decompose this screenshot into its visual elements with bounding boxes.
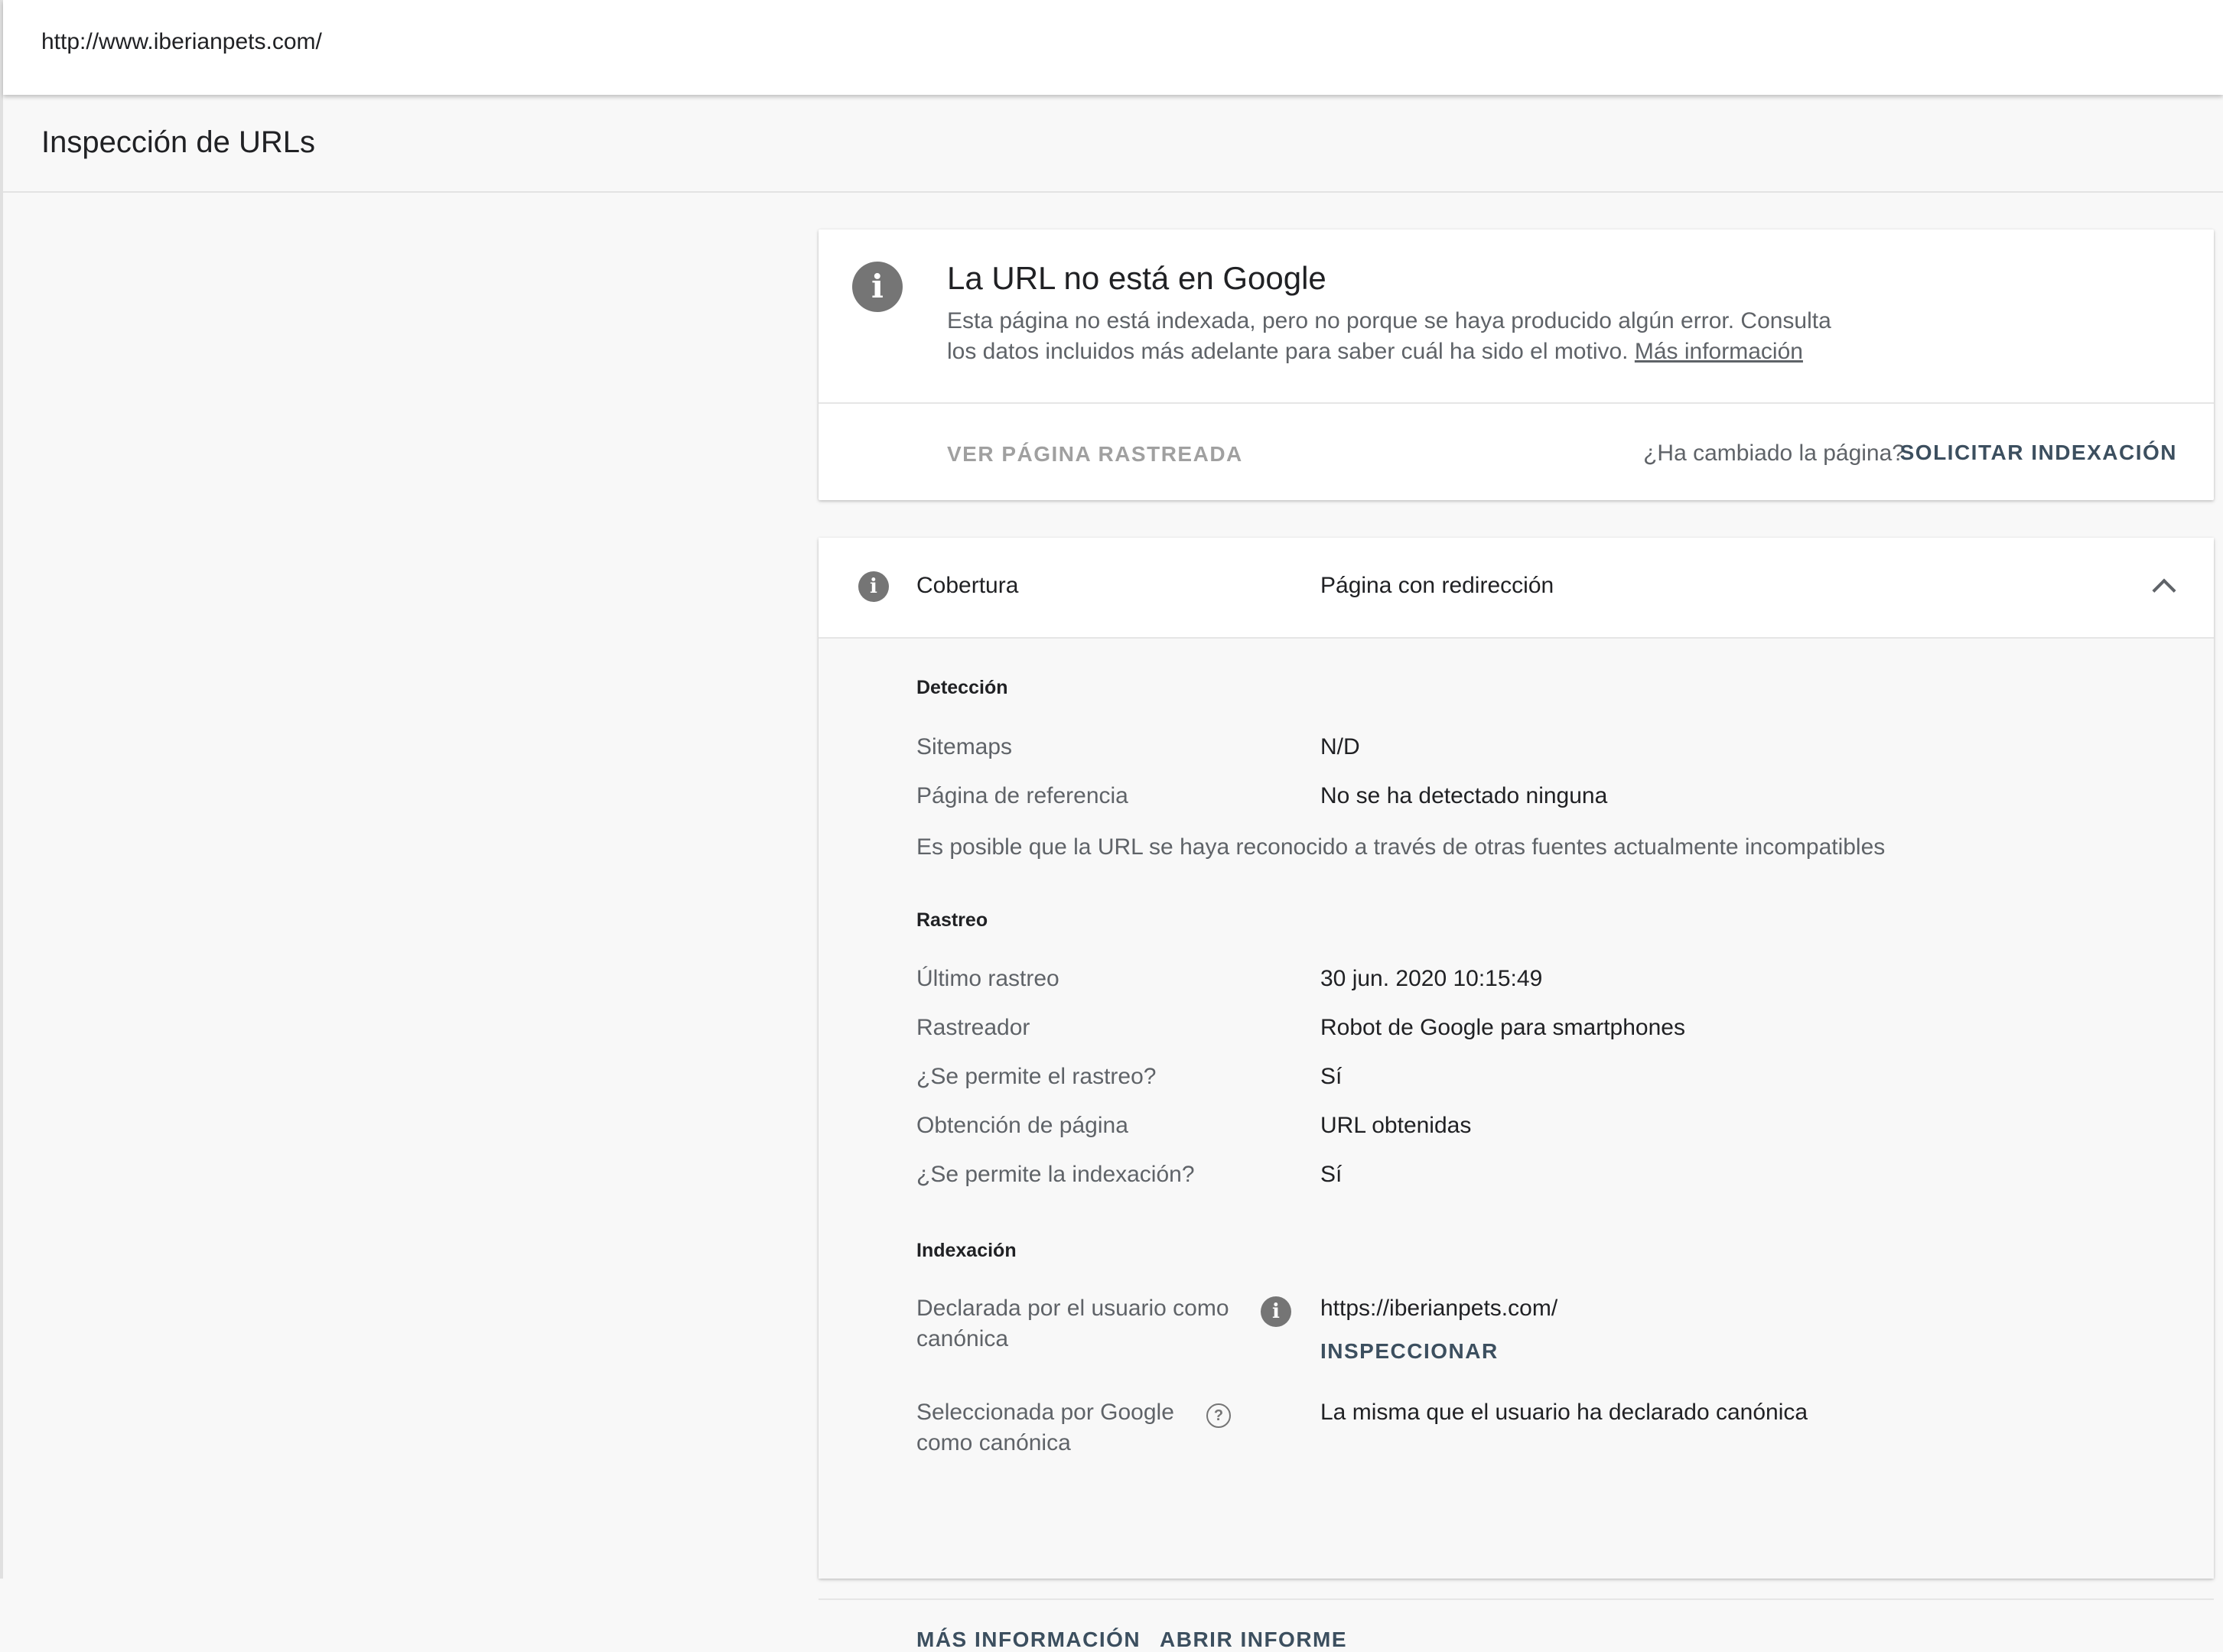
sitemaps-label: Sitemaps xyxy=(916,734,1013,759)
info-icon: i xyxy=(858,571,889,602)
indexing-allowed-value: Sí xyxy=(1320,1162,1343,1187)
info-icon: i xyxy=(852,262,903,312)
crawler-label: Rastreador xyxy=(916,1015,1030,1040)
coverage-card: i Cobertura Página con redirección Detec… xyxy=(819,538,2214,1651)
more-info-link[interactable]: Más información xyxy=(1635,339,1803,364)
crawl-allowed-value: Sí xyxy=(1320,1064,1343,1089)
page-fetch-value: URL obtenidas xyxy=(1320,1113,1472,1138)
title-bar: Inspección de URLs xyxy=(3,95,2223,193)
chevron-up-icon[interactable] xyxy=(2152,578,2176,603)
crawl-heading: Rastreo xyxy=(916,909,988,931)
user-canonical-label-line-1: Declarada por el usuario como xyxy=(916,1296,1229,1321)
user-canonical-value: https://iberianpets.com/ xyxy=(1320,1296,1558,1321)
help-icon[interactable]: ? xyxy=(1206,1403,1231,1428)
coverage-details: Detección Sitemaps N/D Página de referen… xyxy=(819,639,2214,1651)
status-title: La URL no está en Google xyxy=(947,260,1326,296)
indexing-allowed-label: ¿Se permite la indexación? xyxy=(916,1162,1195,1187)
google-canonical-label-line-1: Seleccionada por Google xyxy=(916,1400,1174,1425)
user-canonical-label-line-2: canónica xyxy=(916,1326,1009,1351)
referring-page-label: Página de referencia xyxy=(916,783,1128,808)
indexing-heading: Indexación xyxy=(916,1240,1017,1261)
referring-page-value: No se ha detectado ninguna xyxy=(1320,783,1608,808)
url-bar[interactable]: http://www.iberianpets.com/ xyxy=(3,0,2223,95)
view-crawled-page-button[interactable]: VER PÁGINA RASTREADA xyxy=(947,442,1243,467)
sitemaps-value: N/D xyxy=(1320,734,1360,759)
status-card: i La URL no está en Google Esta página n… xyxy=(819,229,2214,500)
page-title: Inspección de URLs xyxy=(41,125,315,159)
info-icon[interactable]: i xyxy=(1261,1296,1291,1327)
coverage-label: Cobertura xyxy=(916,573,1019,598)
detection-note: Es posible que la URL se haya reconocido… xyxy=(916,834,1886,860)
crawl-allowed-label: ¿Se permite el rastreo? xyxy=(916,1064,1157,1089)
divider xyxy=(819,402,2214,404)
last-crawl-value: 30 jun. 2020 10:15:49 xyxy=(1320,966,1543,991)
user-canonical-label: Declarada por el usuario como canónica xyxy=(916,1293,1229,1354)
open-report-button[interactable]: ABRIR INFORME xyxy=(1160,1628,1347,1652)
page-changed-question: ¿Ha cambiado la página? xyxy=(1643,441,1905,466)
more-info-button[interactable]: MÁS INFORMACIÓN xyxy=(916,1628,1141,1652)
inspected-url[interactable]: http://www.iberianpets.com/ xyxy=(41,29,322,55)
coverage-value: Página con redirección xyxy=(1320,573,1554,598)
last-crawl-label: Último rastreo xyxy=(916,966,1059,991)
status-description: Esta página no está indexada, pero no po… xyxy=(947,306,1865,367)
google-canonical-label-line-2: como canónica xyxy=(916,1430,1071,1455)
inspect-button[interactable]: INSPECCIONAR xyxy=(1320,1339,1499,1364)
page-fetch-label: Obtención de página xyxy=(916,1113,1128,1138)
crawler-value: Robot de Google para smartphones xyxy=(1320,1015,1685,1040)
request-indexing-button[interactable]: SOLICITAR INDEXACIÓN xyxy=(1900,441,2177,465)
coverage-header[interactable]: i Cobertura Página con redirección xyxy=(819,538,2214,639)
google-canonical-label: Seleccionada por Google como canónica xyxy=(916,1397,1174,1459)
detection-heading: Detección xyxy=(916,677,1008,698)
left-border xyxy=(0,0,3,1579)
divider xyxy=(819,1598,2214,1600)
google-canonical-value: La misma que el usuario ha declarado can… xyxy=(1320,1400,1808,1425)
